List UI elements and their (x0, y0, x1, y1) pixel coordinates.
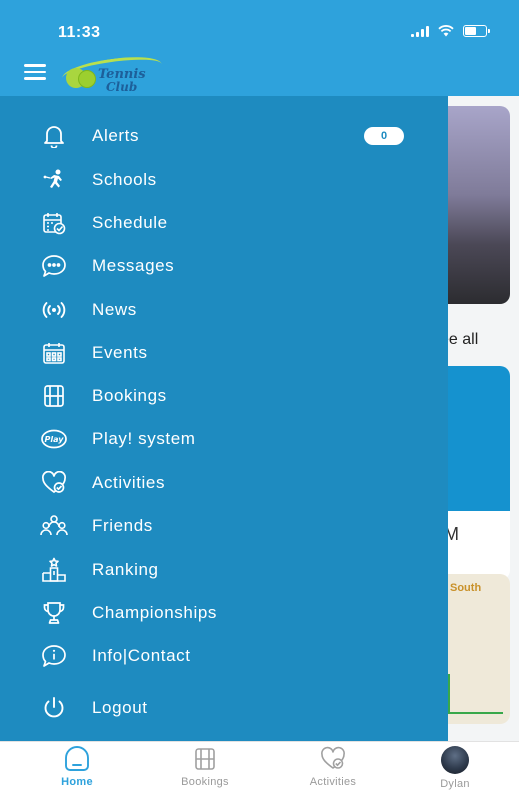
status-icons (411, 25, 490, 37)
bottom-tab-bar: Home Bookings Activities Dylan (0, 741, 519, 805)
alerts-count-badge: 0 (364, 127, 404, 145)
menu-item-championships[interactable]: Championships (0, 593, 448, 633)
menu-label-events: Events (92, 343, 148, 362)
user-avatar (441, 746, 469, 774)
menu-label-logout: Logout (92, 698, 148, 717)
menu-label-bookings: Bookings (92, 386, 167, 405)
menu-item-friends[interactable]: Friends (0, 506, 448, 546)
menu-label-alerts: Alerts (92, 126, 140, 145)
wifi-icon (438, 25, 454, 37)
menu-item-info-contact[interactable]: Info|Contact (0, 636, 448, 676)
menu-item-alerts[interactable]: Alerts 0 (0, 116, 448, 156)
tennis-player-icon (40, 166, 68, 194)
booking-grid-icon (195, 748, 215, 770)
menu-label-championships: Championships (92, 603, 217, 622)
menu-label-ranking: Ranking (92, 560, 159, 579)
tab-home[interactable]: Home (32, 746, 122, 798)
booking-grid-icon (40, 382, 68, 410)
menu-label-play-system: Play! system (92, 429, 196, 448)
info-chat-icon (40, 642, 68, 670)
menu-item-activities[interactable]: Activities (0, 463, 448, 503)
menu-item-events[interactable]: Events (0, 333, 448, 373)
signal-icon (411, 25, 429, 37)
calendar-grid-icon (40, 339, 68, 367)
heart-check-icon (321, 746, 345, 769)
chat-bubble-icon (40, 252, 68, 280)
map-label: South (450, 582, 482, 594)
calendar-check-icon (40, 209, 68, 237)
menu-item-news[interactable]: News (0, 290, 448, 330)
menu-item-schedule[interactable]: Schedule (0, 203, 448, 243)
people-icon (40, 512, 68, 540)
menu-label-schools: Schools (92, 170, 157, 189)
bell-icon (40, 122, 68, 150)
heart-check-icon (40, 469, 68, 497)
trophy-icon (40, 599, 68, 627)
menu-label-schedule: Schedule (92, 213, 168, 232)
tennis-club-logo: Tennis Club (60, 52, 172, 94)
menu-item-logout[interactable]: Logout (0, 688, 448, 728)
tab-bookings[interactable]: Bookings (160, 746, 250, 798)
play-logo-icon: Play (40, 425, 68, 453)
tab-label-bookings: Bookings (181, 776, 229, 788)
power-icon (40, 694, 68, 722)
menu-toggle-button[interactable] (24, 64, 46, 80)
menu-item-schools[interactable]: Schools (0, 160, 448, 200)
status-time: 11:33 (58, 24, 101, 41)
menu-label-messages: Messages (92, 256, 175, 275)
menu-label-news: News (92, 300, 137, 319)
logo-text-line2: Club (106, 80, 138, 94)
tab-label-profile: Dylan (440, 778, 470, 790)
menu-label-info-contact: Info|Contact (92, 646, 191, 665)
broadcast-icon (40, 296, 68, 324)
side-drawer-menu: Alerts 0 Schools Schedule Messages News … (0, 96, 448, 741)
tab-profile[interactable]: Dylan (410, 746, 500, 798)
tab-activities[interactable]: Activities (288, 746, 378, 798)
svg-text:Play: Play (45, 435, 65, 444)
home-icon (65, 746, 89, 771)
battery-icon (463, 25, 490, 37)
menu-item-play-system[interactable]: Play Play! system (0, 419, 448, 459)
menu-label-friends: Friends (92, 516, 153, 535)
menu-item-bookings[interactable]: Bookings (0, 376, 448, 416)
menu-item-messages[interactable]: Messages (0, 246, 448, 286)
tab-label-activities: Activities (309, 776, 357, 788)
menu-item-ranking[interactable]: Ranking (0, 550, 448, 590)
tab-label-home: Home (61, 776, 93, 788)
menu-label-activities: Activities (92, 473, 166, 492)
podium-icon (40, 556, 68, 584)
app-header: 11:33 Tennis Club (0, 0, 519, 96)
